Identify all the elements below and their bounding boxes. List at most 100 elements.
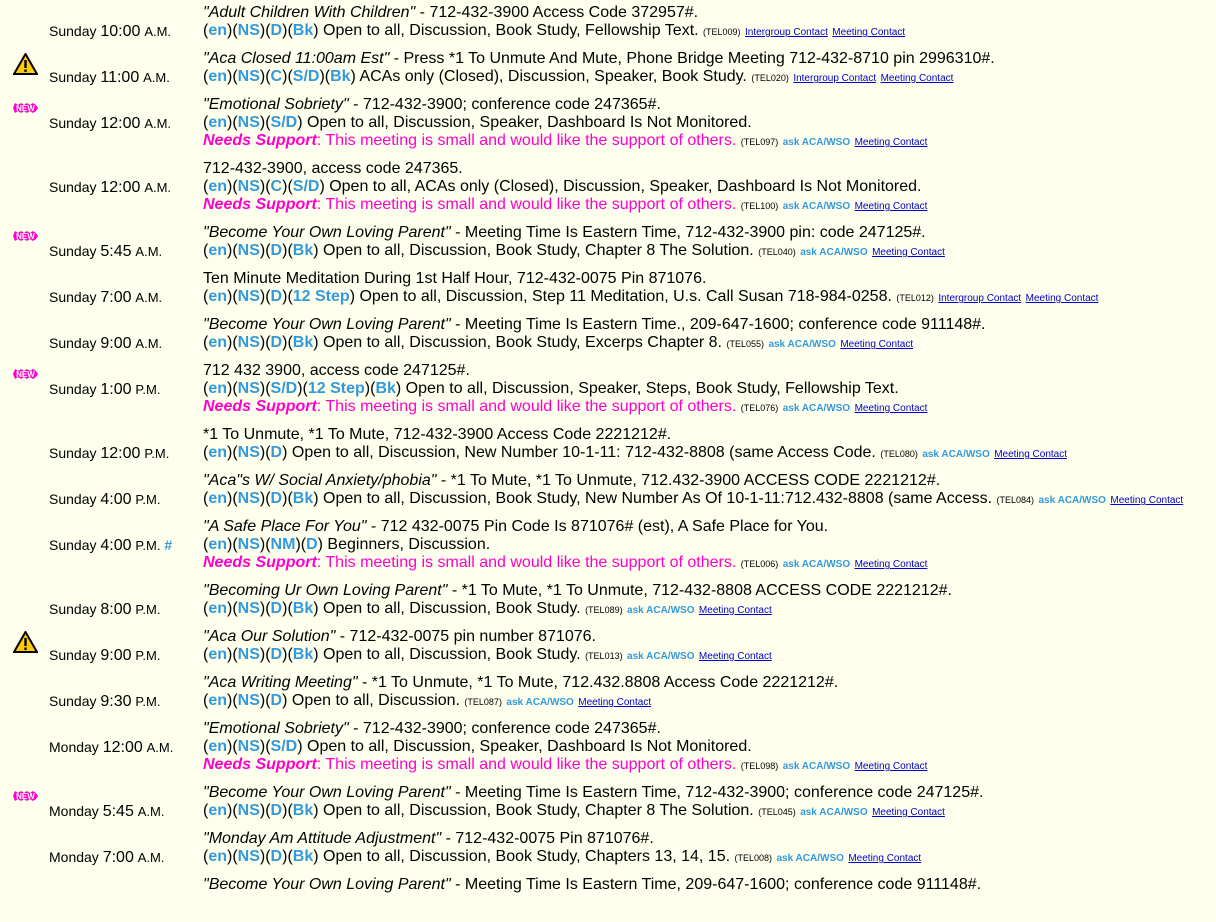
- meeting-contact-link[interactable]: Meeting Contact: [848, 853, 921, 864]
- meeting-contact-link[interactable]: Meeting Contact: [881, 73, 954, 84]
- meeting-contact-link[interactable]: Meeting Contact: [872, 247, 945, 258]
- meeting-code-link[interactable]: D: [271, 22, 283, 39]
- ask-aca-wso-link[interactable]: ask ACA/WSO: [776, 853, 843, 864]
- meeting-contact-link[interactable]: Meeting Contact: [699, 651, 772, 662]
- intergroup-contact-link[interactable]: Intergroup Contact: [938, 293, 1021, 304]
- meeting-code-link[interactable]: C: [271, 178, 283, 195]
- meeting-code-link[interactable]: D: [271, 490, 283, 507]
- ask-aca-wso-link[interactable]: ask ACA/WSO: [922, 449, 989, 460]
- meeting-code-link[interactable]: en: [208, 536, 227, 553]
- meeting-code-link[interactable]: D: [306, 536, 318, 553]
- meeting-code-link[interactable]: en: [208, 334, 227, 351]
- meeting-code-link[interactable]: S/D: [271, 114, 298, 131]
- meeting-code-link[interactable]: en: [208, 68, 227, 85]
- meeting-contact-link[interactable]: Meeting Contact: [1026, 293, 1099, 304]
- meeting-code-link[interactable]: en: [208, 692, 227, 709]
- ask-aca-wso-link[interactable]: ask ACA/WSO: [783, 137, 850, 148]
- meeting-code-link[interactable]: NS: [238, 444, 260, 461]
- intergroup-contact-link[interactable]: Intergroup Contact: [793, 73, 876, 84]
- meeting-code-link[interactable]: NS: [238, 646, 260, 663]
- meeting-code-link[interactable]: NS: [238, 692, 260, 709]
- meeting-code-link[interactable]: en: [208, 22, 227, 39]
- ask-aca-wso-link[interactable]: ask ACA/WSO: [627, 651, 694, 662]
- meeting-code-link[interactable]: Bk: [293, 242, 313, 259]
- meeting-code-link[interactable]: NS: [238, 178, 260, 195]
- meeting-contact-link[interactable]: Meeting Contact: [1110, 495, 1183, 506]
- meeting-contact-link[interactable]: Meeting Contact: [855, 137, 928, 148]
- meeting-code-link[interactable]: Bk: [375, 380, 395, 397]
- meeting-code-link[interactable]: 12 Step: [308, 380, 365, 397]
- meeting-code-link[interactable]: D: [271, 334, 283, 351]
- meeting-code-link[interactable]: NS: [238, 738, 260, 755]
- meeting-code-link[interactable]: D: [271, 692, 283, 709]
- ask-aca-wso-link[interactable]: ask ACA/WSO: [783, 559, 850, 570]
- hash-link[interactable]: #: [164, 537, 172, 553]
- meeting-code-link[interactable]: NS: [238, 802, 260, 819]
- meeting-code-link[interactable]: NS: [238, 68, 260, 85]
- meeting-code-link[interactable]: Bk: [293, 848, 313, 865]
- meeting-contact-link[interactable]: Meeting Contact: [855, 403, 928, 414]
- meeting-code-link[interactable]: Bk: [293, 802, 313, 819]
- meeting-code-link[interactable]: en: [208, 490, 227, 507]
- meeting-contact-link[interactable]: Meeting Contact: [699, 605, 772, 616]
- meeting-contact-link[interactable]: Meeting Contact: [855, 761, 928, 772]
- ask-aca-wso-link[interactable]: ask ACA/WSO: [1039, 495, 1106, 506]
- meeting-contact-link[interactable]: Meeting Contact: [994, 449, 1067, 460]
- meeting-code-link[interactable]: D: [271, 288, 283, 305]
- meeting-code-link[interactable]: 12 Step: [293, 288, 350, 305]
- meeting-code-link[interactable]: en: [208, 802, 227, 819]
- meeting-code-link[interactable]: Bk: [293, 490, 313, 507]
- meeting-contact-link[interactable]: Meeting Contact: [872, 807, 945, 818]
- meeting-code-link[interactable]: NS: [238, 242, 260, 259]
- meeting-code-link[interactable]: S/D: [271, 380, 298, 397]
- meeting-code-link[interactable]: D: [271, 646, 283, 663]
- ask-aca-wso-link[interactable]: ask ACA/WSO: [506, 697, 573, 708]
- meeting-code-link[interactable]: en: [208, 848, 227, 865]
- meeting-code-link[interactable]: NS: [238, 114, 260, 131]
- meeting-code-link[interactable]: Bk: [330, 68, 350, 85]
- ask-aca-wso-link[interactable]: ask ACA/WSO: [783, 761, 850, 772]
- meeting-code-link[interactable]: NS: [238, 600, 260, 617]
- meeting-code-link[interactable]: NS: [238, 22, 260, 39]
- ask-aca-wso-link[interactable]: ask ACA/WSO: [783, 201, 850, 212]
- meeting-code-link[interactable]: en: [208, 242, 227, 259]
- meeting-code-link[interactable]: Bk: [293, 334, 313, 351]
- meeting-code-link[interactable]: en: [208, 600, 227, 617]
- meeting-code-link[interactable]: en: [208, 646, 227, 663]
- ask-aca-wso-link[interactable]: ask ACA/WSO: [800, 807, 867, 818]
- meeting-code-link[interactable]: en: [208, 738, 227, 755]
- meeting-code-link[interactable]: D: [271, 802, 283, 819]
- meeting-code-link[interactable]: NS: [238, 334, 260, 351]
- meeting-code-link[interactable]: D: [271, 848, 283, 865]
- meeting-contact-link[interactable]: Meeting Contact: [832, 27, 905, 38]
- meeting-code-link[interactable]: en: [208, 178, 227, 195]
- meeting-code-link[interactable]: en: [208, 288, 227, 305]
- meeting-code-link[interactable]: Bk: [293, 22, 313, 39]
- meeting-code-link[interactable]: C: [271, 68, 283, 85]
- meeting-code-link[interactable]: Bk: [293, 600, 313, 617]
- meeting-contact-link[interactable]: Meeting Contact: [855, 201, 928, 212]
- meeting-code-link[interactable]: Bk: [293, 646, 313, 663]
- meeting-contact-link[interactable]: Meeting Contact: [578, 697, 651, 708]
- ask-aca-wso-link[interactable]: ask ACA/WSO: [627, 605, 694, 616]
- meeting-code-link[interactable]: S/D: [293, 68, 320, 85]
- meeting-contact-link[interactable]: Meeting Contact: [840, 339, 913, 350]
- meeting-code-link[interactable]: NS: [238, 848, 260, 865]
- meeting-code-link[interactable]: D: [271, 444, 283, 461]
- meeting-code-link[interactable]: S/D: [271, 738, 298, 755]
- meeting-code-link[interactable]: en: [208, 444, 227, 461]
- ask-aca-wso-link[interactable]: ask ACA/WSO: [800, 247, 867, 258]
- meeting-code-link[interactable]: NS: [238, 490, 260, 507]
- meeting-code-link[interactable]: en: [208, 380, 227, 397]
- ask-aca-wso-link[interactable]: ask ACA/WSO: [768, 339, 835, 350]
- intergroup-contact-link[interactable]: Intergroup Contact: [745, 27, 828, 38]
- meeting-code-link[interactable]: D: [271, 242, 283, 259]
- meeting-code-link[interactable]: NS: [238, 536, 260, 553]
- ask-aca-wso-link[interactable]: ask ACA/WSO: [783, 403, 850, 414]
- meeting-code-link[interactable]: S/D: [293, 178, 320, 195]
- meeting-code-link[interactable]: D: [271, 600, 283, 617]
- meeting-code-link[interactable]: NS: [238, 288, 260, 305]
- meeting-code-link[interactable]: en: [208, 114, 227, 131]
- meeting-code-link[interactable]: NS: [238, 380, 260, 397]
- meeting-code-link[interactable]: NM: [271, 536, 296, 553]
